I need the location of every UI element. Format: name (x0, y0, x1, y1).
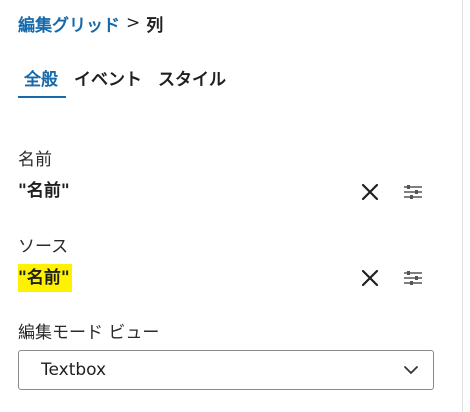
sliders-icon (404, 185, 422, 199)
breadcrumb-parent-link[interactable]: 編集グリッド (18, 11, 120, 36)
close-icon (361, 269, 379, 287)
source-clear-button[interactable] (358, 266, 382, 290)
chevron-down-icon (404, 366, 418, 374)
tab-bar: 全般 イベント スタイル (18, 66, 234, 98)
source-options-button[interactable] (401, 266, 425, 290)
source-field-value[interactable]: "名前" (18, 264, 72, 292)
edit-mode-view-selected: Textbox (41, 360, 107, 380)
name-field-label: 名前 (18, 150, 52, 170)
close-icon (361, 183, 379, 201)
panel-border (462, 0, 463, 412)
name-clear-button[interactable] (358, 180, 382, 204)
source-field-label: ソース (18, 237, 69, 257)
edit-mode-view-label: 編集モード ビュー (18, 323, 160, 343)
tab-general[interactable]: 全般 (18, 66, 66, 98)
breadcrumb-separator: > (126, 13, 141, 33)
sliders-icon (404, 271, 422, 285)
edit-mode-view-select[interactable]: Textbox (18, 350, 434, 390)
name-options-button[interactable] (401, 180, 425, 204)
tab-style[interactable]: スタイル (150, 66, 234, 98)
breadcrumb: 編集グリッド > 列 (18, 10, 163, 36)
tab-events[interactable]: イベント (66, 66, 150, 98)
breadcrumb-current: 列 (146, 15, 164, 36)
name-field-value[interactable]: "名前" (18, 179, 70, 203)
